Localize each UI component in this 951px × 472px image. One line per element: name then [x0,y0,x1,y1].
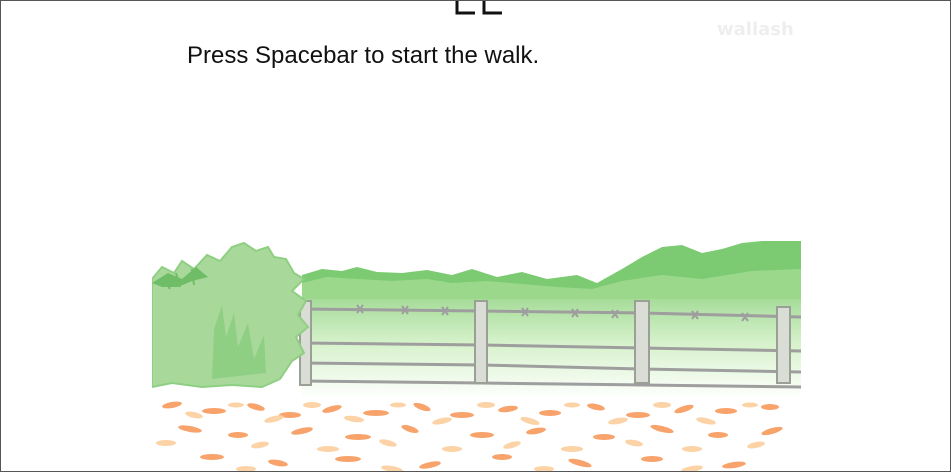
partial-title-glyph [455,1,502,15]
walk-scene [152,239,801,471]
game-canvas[interactable]: Press Spacebar to start the walk. wallas… [0,0,951,472]
tree-line [302,241,801,399]
watermark: wallash [717,19,794,40]
bush [152,241,310,389]
autumn-leaves [156,401,783,471]
start-instruction: Press Spacebar to start the walk. [187,42,540,69]
